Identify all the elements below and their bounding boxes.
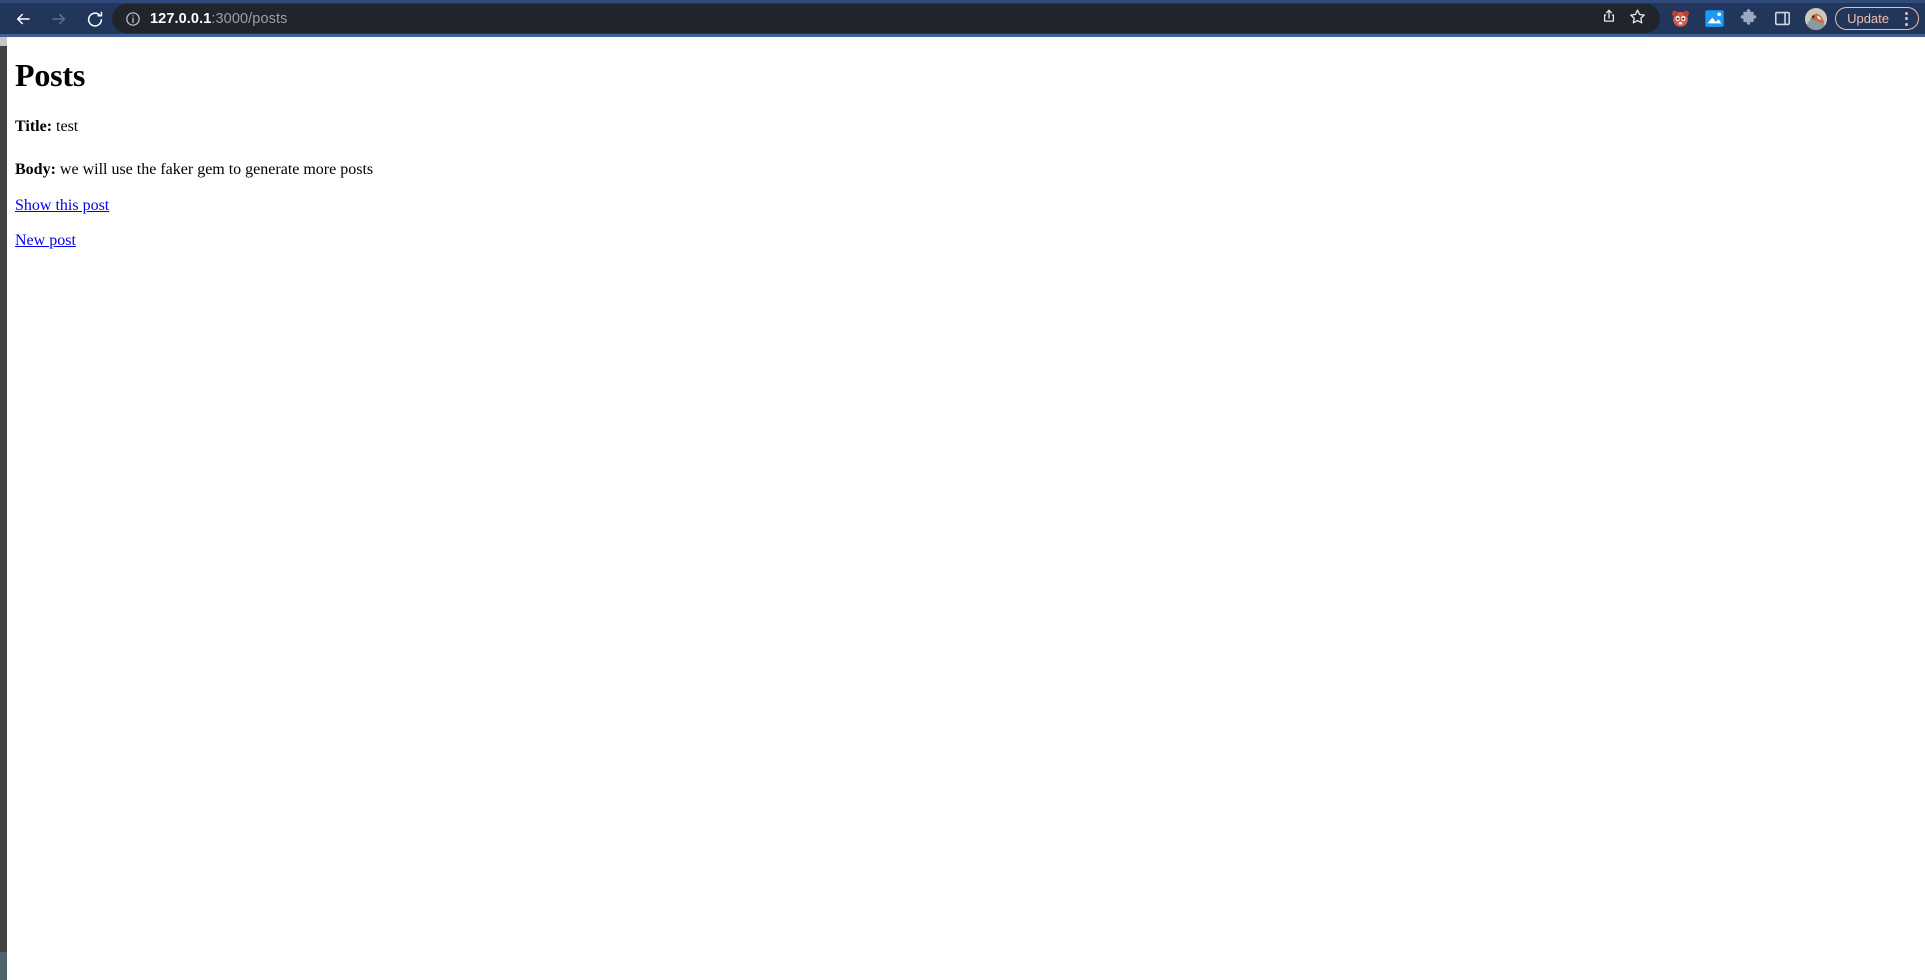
share-icon [1601,8,1617,29]
vertical-scrollbar[interactable] [0,37,7,980]
extension-panda-icon[interactable] [1667,6,1693,32]
post-body-label: Body: [15,160,56,178]
side-panel-icon[interactable] [1769,6,1795,32]
document-body: Posts Title: test Body: we will use the … [7,37,1925,980]
show-post-line: Show this post [15,197,1917,216]
post-title-field: Title: test [15,118,1917,137]
extensions-puzzle-icon[interactable] [1735,6,1761,32]
forward-arrow-icon [50,10,68,28]
kebab-menu-icon[interactable] [1898,10,1914,28]
post-title-label: Title: [15,117,53,135]
show-this-post-link[interactable]: Show this post [15,197,109,214]
url-path: :3000/posts [211,10,288,27]
star-icon [1629,8,1646,30]
page-title: Posts [15,57,86,93]
new-post-line: New post [15,232,1917,251]
reload-button[interactable] [80,4,110,34]
profile-avatar[interactable] [1805,7,1828,30]
back-button[interactable] [8,4,38,34]
post-body-field: Body: we will use the faker gem to gener… [15,161,1917,180]
scrollbar-footer [0,952,7,980]
url-text[interactable]: 127.0.0.1:3000/posts [150,11,1594,27]
site-info-icon[interactable] [124,10,141,27]
update-button[interactable]: Update [1835,7,1919,30]
page-viewport: Posts Title: test Body: we will use the … [0,37,1925,980]
update-button-label: Update [1847,11,1889,26]
forward-button[interactable] [44,4,74,34]
navigation-buttons [8,0,110,37]
post-body-value: we will use the faker gem to generate mo… [59,160,374,178]
extension-screenshot-icon[interactable] [1701,6,1727,32]
toolbar-actions: Update [1663,0,1919,37]
url-host: 127.0.0.1 [150,10,212,27]
bookmark-button[interactable] [1624,6,1650,32]
new-post-link[interactable]: New post [15,232,76,249]
address-bar[interactable]: 127.0.0.1:3000/posts [112,4,1660,33]
toolbar-top-divider [0,0,1925,3]
reload-icon [86,10,104,28]
back-arrow-icon [14,10,32,28]
scrollbar-thumb[interactable] [0,37,7,46]
share-button[interactable] [1596,6,1622,32]
browser-toolbar: 127.0.0.1:3000/posts Update [0,0,1925,37]
post-title-value: test [56,117,79,135]
